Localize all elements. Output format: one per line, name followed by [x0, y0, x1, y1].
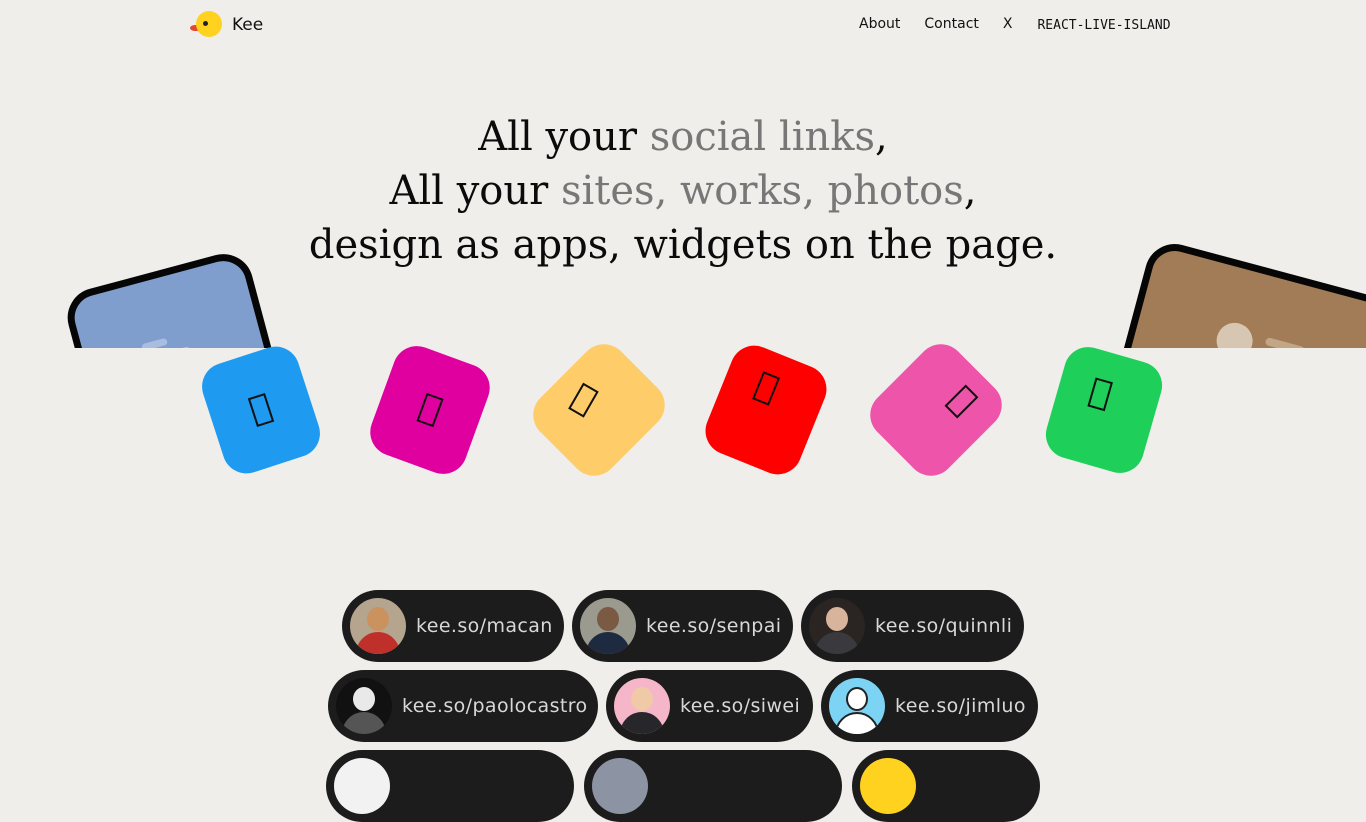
- profile-pill[interactable]: [852, 750, 1040, 822]
- avatar: [580, 598, 636, 654]
- avatar: [614, 678, 670, 734]
- green-app-icon[interactable]: [1040, 341, 1168, 479]
- avatar: [592, 758, 648, 814]
- yellow-app-icon[interactable]: [523, 334, 675, 486]
- profile-handle: kee.so/siwei: [680, 695, 801, 717]
- blue-app-icon[interactable]: [195, 340, 327, 480]
- brand-name: Kee: [232, 15, 264, 35]
- top-nav: About Contact X REACT-LIVE-ISLAND: [859, 16, 1171, 33]
- profile-pill[interactable]: kee.so/quinnli: [801, 590, 1024, 662]
- pink-app-icon[interactable]: [860, 334, 1012, 486]
- hero-line-2: All your sites, works, photos,: [389, 168, 977, 214]
- nav-x-link[interactable]: X: [1003, 16, 1013, 32]
- profile-pill[interactable]: kee.so/siwei: [606, 670, 813, 742]
- avatar: [334, 758, 390, 814]
- profile-handle: kee.so/quinnli: [875, 615, 1013, 637]
- profile-handle: kee.so/senpai: [646, 615, 782, 637]
- profile-pill[interactable]: kee.so/macan: [342, 590, 564, 662]
- brand-logo[interactable]: Kee: [190, 9, 263, 39]
- nav-island-link[interactable]: REACT-LIVE-ISLAND: [1037, 18, 1170, 33]
- avatar: [350, 598, 406, 654]
- profile-handle: kee.so/jimluo: [895, 695, 1026, 717]
- profile-handle: kee.so/macan: [416, 615, 553, 637]
- duck-logo-icon: [190, 9, 224, 39]
- profile-pill[interactable]: kee.so/jimluo: [821, 670, 1038, 742]
- profile-handle: kee.so/paolocastro: [402, 695, 588, 717]
- hero-headline: All your social links, All your sites, w…: [0, 110, 1366, 272]
- profile-pill[interactable]: kee.so/paolocastro: [328, 670, 598, 742]
- nav-about-link[interactable]: About: [859, 16, 900, 32]
- avatar: [336, 678, 392, 734]
- hero-line-3: design as apps, widgets on the page.: [308, 222, 1058, 268]
- avatar: [860, 758, 916, 814]
- avatar: [809, 598, 865, 654]
- avatar: [829, 678, 885, 734]
- profile-pill[interactable]: [584, 750, 842, 822]
- profile-pill[interactable]: kee.so/senpai: [572, 590, 793, 662]
- red-app-icon[interactable]: [698, 338, 834, 482]
- magenta-app-icon[interactable]: [363, 339, 497, 481]
- nav-contact-link[interactable]: Contact: [924, 16, 978, 32]
- profile-pill[interactable]: [326, 750, 574, 822]
- hero-line-1: All your social links,: [478, 114, 888, 160]
